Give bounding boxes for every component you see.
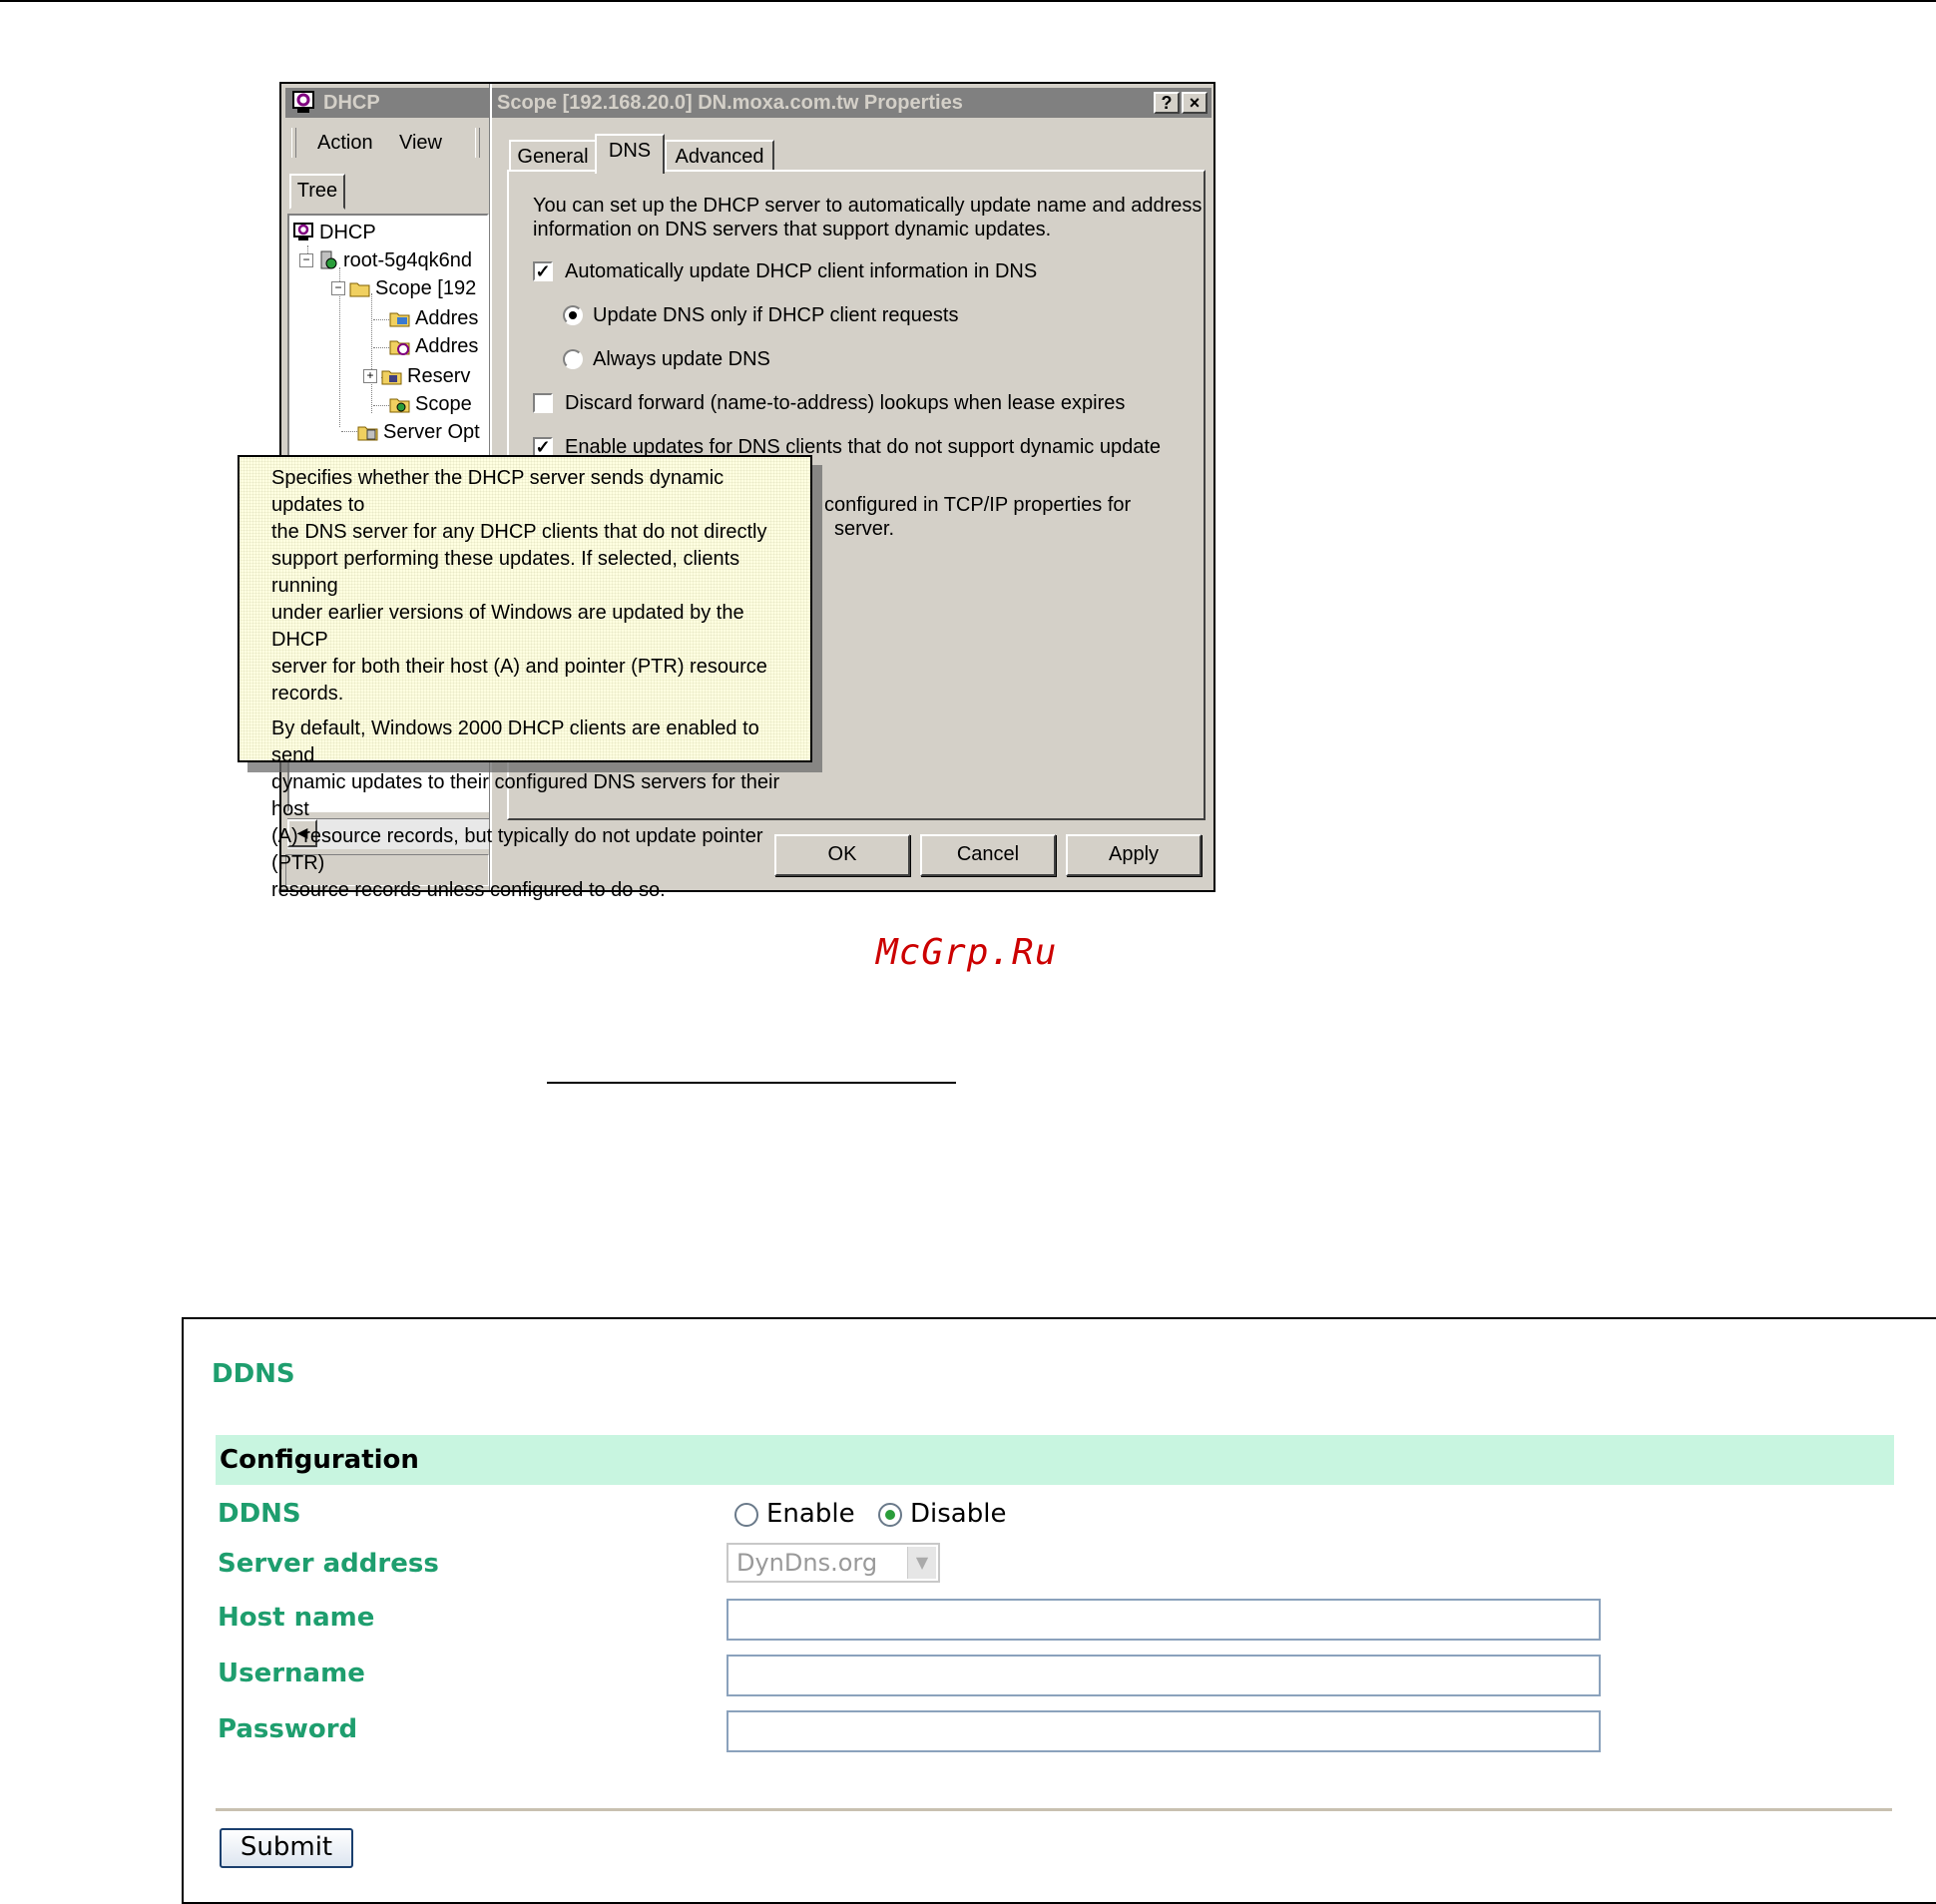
tree-item-address-leases[interactable]: Addres [389,333,478,359]
page-title: DDNS [212,1359,295,1389]
tree-item-scope[interactable]: − Scope [192 [331,275,476,301]
tooltip-line: resource records unless configured to do… [271,879,666,901]
tooltip-line: server for both their host (A) and point… [271,656,767,678]
menu-view[interactable]: View [399,132,442,155]
discard-lookups-checkbox[interactable] [533,393,553,413]
server-address-label: Server address [218,1549,439,1579]
ddns-label: DDNS [218,1499,301,1529]
tab-tree[interactable]: Tree [289,174,345,210]
ddns-disable-label: Disable [910,1499,1007,1529]
help-tooltip: Specifies whether the DHCP server sends … [238,455,812,901]
discard-lookups-label: Discard forward (name-to-address) lookup… [565,392,1126,414]
address-leases-icon [389,340,410,355]
tooltip-paragraph-1: Specifies whether the DHCP server sends … [271,465,796,708]
tooltip-line: records. [271,683,344,705]
tree-label: Scope [192 [375,277,477,299]
collapse-icon[interactable]: − [299,253,313,267]
watermark: McGrp.Ru [876,932,1058,973]
enable-updates-checkbox[interactable]: ✓ [533,437,553,457]
tree-item-dhcp[interactable]: DHCP [293,220,376,245]
tree-label: Server Opt [383,421,480,443]
tooltip-line: dynamic updates to their configured DNS … [271,771,780,820]
tooltip-paragraph-2: By default, Windows 2000 DHCP clients ar… [271,715,796,904]
tooltip-line: under earlier versions of Windows are up… [271,602,744,651]
close-button[interactable]: × [1182,92,1208,114]
dhcp-icon [292,91,314,113]
tooltip-line: the DNS server for any DHCP clients that… [271,521,767,543]
reservations-icon [381,370,402,385]
update-on-request-label: Update DNS only if DHCP client requests [593,304,959,326]
password-label: Password [218,1714,358,1744]
partial-text-line1: configured in TCP/IP properties for [824,494,1132,516]
tooltip-line: (A) resource records, but typically do n… [271,825,763,874]
tab-general[interactable]: General [509,140,597,172]
help-button[interactable]: ? [1154,92,1180,114]
cancel-button[interactable]: Cancel [920,834,1056,876]
password-input[interactable] [726,1710,1601,1752]
tree-item-server-options[interactable]: Server Opt [357,419,480,445]
chevron-down-icon[interactable]: ▼ [907,1547,936,1579]
tree-label: Scope [415,393,472,415]
apply-button[interactable]: Apply [1066,834,1202,876]
tree-item-server[interactable]: − root-5g4qk6nd [299,247,472,273]
underline-rule [547,1082,956,1084]
tab-advanced[interactable]: Advanced [665,140,774,172]
auto-update-checkbox[interactable]: ✓ [533,261,553,281]
section-title: Configuration [220,1445,419,1475]
submit-button[interactable]: Submit [220,1828,353,1868]
auto-update-label: Automatically update DHCP client informa… [565,260,1038,282]
toolbar-grip [291,128,296,158]
tree-label: Reserv [407,365,471,387]
tab-dns[interactable]: DNS [595,134,665,174]
server-options-icon [357,426,378,441]
username-input[interactable] [726,1655,1601,1696]
server-address-value: DynDns.org [736,1549,878,1577]
tree-label: root-5g4qk6nd [343,249,472,271]
dialog-title: Scope [192.168.20.0] DN.moxa.com.tw Prop… [497,92,963,114]
ddns-enable-radio[interactable] [734,1503,758,1527]
mmc-title-bar: DHCP [285,88,489,118]
expand-icon[interactable]: + [363,369,377,383]
collapse-icon[interactable]: − [331,281,345,295]
configuration-header: Configuration [216,1435,1894,1485]
toolbar-grip [475,128,480,158]
ddns-panel: DDNS Configuration DDNS Enable Disable S… [182,1317,1936,1904]
mmc-menu-bar: Action View [285,122,489,164]
tree-item-scope-options[interactable]: Scope [389,391,472,417]
username-label: Username [218,1659,365,1688]
always-update-radio[interactable] [563,349,583,369]
ddns-enable-label: Enable [766,1499,855,1529]
dialog-title-bar: Scope [192.168.20.0] DN.moxa.com.tw Prop… [491,88,1211,118]
divider [216,1808,1892,1811]
server-address-select[interactable]: DynDns.org ▼ [726,1543,940,1583]
partial-text-line2: server. [834,518,895,540]
intro-text-line2: information on DNS servers that support … [533,219,1052,240]
tooltip-line: By default, Windows 2000 DHCP clients ar… [271,717,759,766]
tooltip-line: support performing these updates. If sel… [271,548,740,597]
menu-action[interactable]: Action [317,132,373,155]
intro-text-line1: You can set up the DHCP server to automa… [533,195,1203,217]
tree-label: Addres [415,307,479,329]
folder-icon [349,282,370,297]
tree-item-address-pool[interactable]: Addres [389,305,478,331]
tooltip-line: Specifies whether the DHCP server sends … [271,467,725,516]
tree-item-reservations[interactable]: + Reserv [363,363,470,389]
update-on-request-radio[interactable] [563,305,583,325]
address-pool-icon [389,312,410,327]
tree-label: DHCP [319,222,376,243]
always-update-label: Always update DNS [593,348,770,370]
ddns-disable-radio[interactable] [878,1503,902,1527]
tree-label: Addres [415,335,479,357]
host-name-label: Host name [218,1603,375,1633]
host-name-input[interactable] [726,1599,1601,1641]
dhcp-icon [293,223,313,240]
scope-options-icon [389,398,410,413]
server-icon [320,250,337,269]
top-rule [0,0,1936,2]
mmc-title: DHCP [323,92,380,114]
